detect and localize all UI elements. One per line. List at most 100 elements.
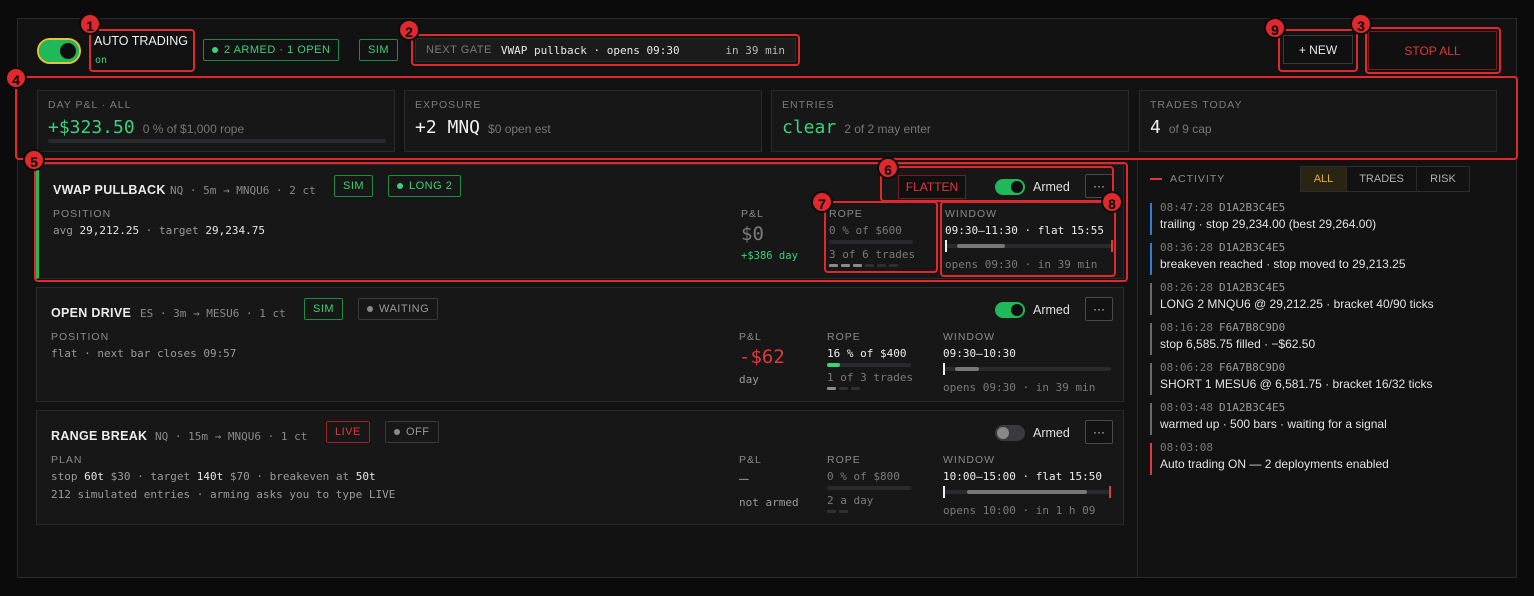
armed-label: Armed [1033, 303, 1070, 317]
status-dot [212, 47, 218, 53]
annotation-badge-1: 1 [79, 13, 101, 35]
stat-exposure: EXPOSURE +2 MNQ $0 open est [404, 90, 762, 152]
event-text: trailing · stop 29,234.00 (best 29,264.0… [1160, 217, 1377, 231]
activity-accent [1150, 178, 1162, 180]
rope-header: ROPE [827, 454, 861, 466]
event-text: warmed up · 500 bars · waiting for a sig… [1160, 417, 1387, 431]
rope-header: ROPE [829, 208, 863, 220]
window-now-marker [943, 486, 945, 498]
event-color-bar [1150, 283, 1152, 315]
annotation-badge-6: 6 [877, 157, 899, 179]
rope-bar [829, 240, 913, 244]
stat-sub: 2 of 2 may enter [844, 122, 931, 136]
state-text: LONG 2 [409, 180, 453, 192]
event-time: 08:26:28 [1160, 281, 1213, 294]
event-color-bar [1150, 203, 1152, 235]
window-sub: opens 09:30 · in 39 min [945, 258, 1098, 271]
event-text: breakeven reached · stop moved to 29,213… [1160, 257, 1406, 271]
toggle-knob [1011, 181, 1023, 193]
event-time: 08:06:28 [1160, 361, 1213, 374]
pnl-header: P&L [739, 331, 762, 343]
rope-header: ROPE [827, 331, 861, 343]
plan-note: 212 simulated entries · arming asks you … [51, 488, 396, 501]
window-now-marker [945, 240, 947, 252]
event-time: 08:47:28 [1160, 201, 1213, 214]
stat-label: DAY P&L · ALL [48, 99, 132, 111]
stat-label: EXPOSURE [415, 99, 482, 111]
trade-count-segments [827, 387, 860, 390]
plan-header: PLAN [51, 454, 83, 466]
position-header: POSITION [53, 208, 112, 220]
window-sub: opens 10:00 · in 1 h 09 [943, 504, 1096, 517]
deployment-card-open-drive[interactable]: OPEN DRIVE ES · 3m → MESU6 · 1 ct SIM WA… [36, 287, 1124, 402]
new-deployment-button[interactable]: + NEW [1283, 35, 1353, 64]
plan-line: stop 60t $30 · target 140t $70 · breakev… [51, 470, 376, 483]
armed-toggle[interactable] [995, 179, 1025, 195]
stop-all-button[interactable]: STOP ALL [1368, 31, 1497, 70]
event-color-bar [1150, 323, 1152, 355]
event-text: SHORT 1 MESU6 @ 6,581.75 · bracket 16/32… [1160, 377, 1433, 391]
position-line: flat · next bar closes 09:57 [51, 347, 237, 360]
window-header: WINDOW [943, 454, 996, 466]
state-text: WAITING [379, 303, 430, 315]
event-id: F6A7B8C9D0 [1218, 321, 1286, 334]
pnl-header: P&L [741, 208, 764, 220]
activity-event: 08:26:28 D1A2B3C4E5 LONG 2 MNQU6 @ 29,212.… [1150, 281, 1510, 315]
window-flat-marker [1109, 486, 1111, 498]
event-time: 08:36:28 [1160, 241, 1213, 254]
armed-status-pill: 2 ARMED · 1 OPEN [203, 39, 340, 61]
stat-sub: $0 open est [488, 122, 551, 136]
window-header: WINDOW [943, 331, 996, 343]
next-gate-label: NEXT GATE [426, 44, 492, 56]
event-header: 08:03:48 D1A2B3C4E5 [1160, 401, 1510, 414]
flatten-button[interactable]: FLATTEN [898, 175, 966, 199]
mode-pill: SIM [334, 175, 374, 197]
deployment-name: OPEN DRIVE [51, 306, 132, 320]
tab-risk[interactable]: RISK [1417, 167, 1469, 191]
more-options-button[interactable]: ··· [1085, 297, 1113, 321]
deployment-meta: ES · 3m → MESU6 · 1 ct [140, 307, 286, 320]
window-value: 10:00–15:00 · flat 15:50 [943, 470, 1102, 483]
deployment-meta: NQ · 15m → MNQU6 · 1 ct [155, 430, 308, 443]
armed-label: Armed [1033, 426, 1070, 440]
status-dot [397, 183, 403, 189]
annotation-badge-2: 2 [398, 19, 420, 41]
event-header: 08:36:28 D1A2B3C4E5 [1160, 241, 1510, 254]
activity-title: ACTIVITY [1170, 173, 1226, 185]
deployment-card-range-break[interactable]: RANGE BREAK NQ · 15m → MNQU6 · 1 ct LIVE… [36, 410, 1124, 525]
deployment-meta: NQ · 5m → MNQU6 · 2 ct [170, 184, 316, 197]
mode-text: SIM [368, 44, 390, 56]
state-text: OFF [406, 426, 430, 438]
rope-value: 0 % of $600 [829, 224, 902, 237]
position-header: POSITION [51, 331, 110, 343]
activity-event: 08:47:28 D1A2B3C4E5 trailing · stop 29,234… [1150, 201, 1510, 235]
stat-entries: ENTRIES clear 2 of 2 may enter [771, 90, 1129, 152]
armed-toggle[interactable] [995, 302, 1025, 318]
pnl-value: — [739, 469, 749, 488]
stat-sub: 0 % of $1,000 rope [142, 122, 245, 136]
rope-progress-bar [48, 139, 386, 143]
annotation-badge-4: 4 [5, 67, 27, 89]
event-id: D1A2B3C4E5 [1218, 241, 1286, 254]
armed-label: Armed [1033, 180, 1070, 194]
deployment-name: RANGE BREAK [51, 429, 148, 443]
mode-pill: SIM [359, 39, 399, 61]
event-id: D1A2B3C4E5 [1218, 281, 1286, 294]
rope-bar [827, 486, 911, 490]
deployment-card-vwap-pullback[interactable]: VWAP PULLBACK NQ · 5m → MNQU6 · 2 ct SIM… [36, 164, 1124, 279]
toggle-knob [1011, 304, 1023, 316]
rope-trades: 3 of 6 trades [829, 248, 916, 261]
pnl-header: P&L [739, 454, 762, 466]
window-bar [945, 240, 1113, 252]
event-header: 08:03:08 [1160, 441, 1510, 454]
armed-toggle[interactable] [995, 425, 1025, 441]
auto-trading-toggle[interactable] [39, 40, 79, 62]
rope-value: 0 % of $800 [827, 470, 900, 483]
tab-all[interactable]: ALL [1301, 167, 1347, 191]
annotation-badge-5: 5 [23, 149, 45, 171]
event-color-bar [1150, 243, 1152, 275]
annotation-badge-3: 3 [1350, 13, 1372, 35]
state-pill: OFF [385, 421, 439, 443]
tab-trades[interactable]: TRADES [1347, 167, 1417, 191]
more-options-button[interactable]: ··· [1085, 420, 1113, 444]
